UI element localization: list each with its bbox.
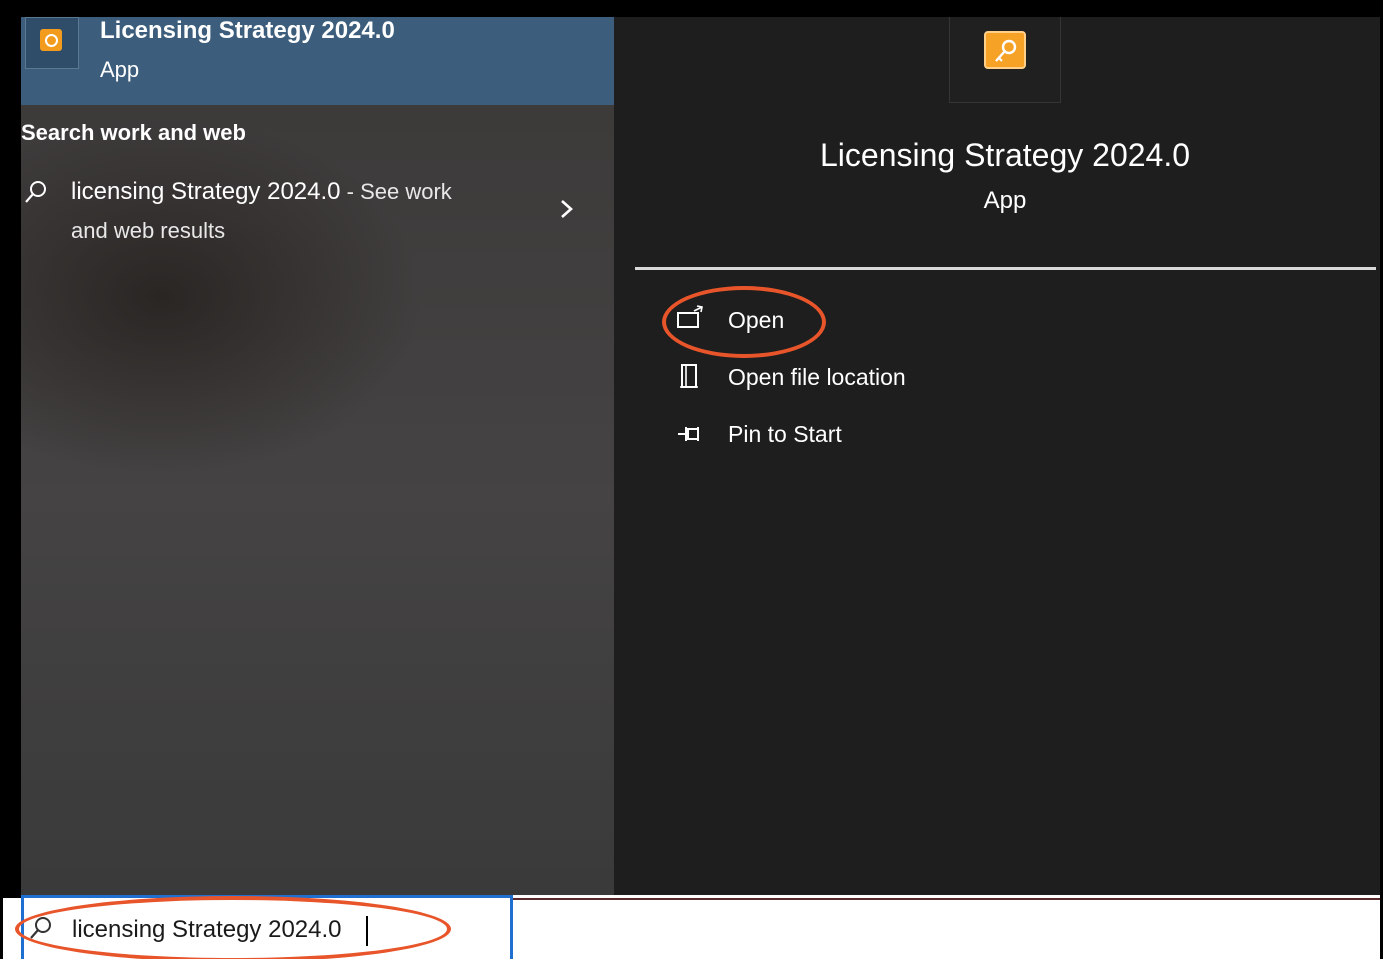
chevron-right-icon[interactable]	[559, 198, 575, 220]
section-heading-web: Search work and web	[21, 120, 246, 145]
pin-to-start-action[interactable]: Pin to Start	[676, 417, 1076, 453]
web-result-line2: and web results	[71, 218, 226, 243]
top-border	[3, 3, 1380, 17]
web-result-suffix: - See work	[340, 179, 452, 204]
best-match-subtitle: App	[100, 57, 140, 82]
web-result-line1: licensing Strategy 2024.0 - See work	[71, 178, 452, 206]
app-title: Licensing Strategy 2024.0	[819, 137, 1191, 173]
pin-to-start-label: Pin to Start	[728, 421, 842, 447]
search-icon	[25, 181, 46, 203]
best-match-item[interactable]: Licensing Strategy 2024.0 App	[21, 17, 614, 105]
web-result-query: licensing Strategy 2024.0	[71, 178, 341, 205]
start-search-window: Licensing Strategy 2024.0 App Search wor…	[0, 0, 1383, 959]
web-search-result[interactable]: licensing Strategy 2024.0 - See work and…	[21, 172, 614, 252]
file-location-icon	[680, 364, 698, 388]
open-file-location-label: Open file location	[728, 364, 906, 390]
divider	[635, 267, 1376, 270]
app-large-tile	[949, 17, 1061, 103]
app-type: App	[983, 187, 1027, 214]
details-panel: Licensing Strategy 2024.0 App Open Open …	[614, 17, 1380, 895]
search-highlight-annotation	[15, 896, 451, 959]
taskbar-area	[513, 898, 1380, 959]
results-panel: Licensing Strategy 2024.0 App Search wor…	[21, 17, 614, 895]
left-border	[3, 3, 21, 898]
pin-icon	[678, 427, 699, 441]
key-icon	[984, 31, 1026, 69]
best-match-app-tile	[25, 17, 79, 69]
open-file-location-action[interactable]: Open file location	[676, 360, 1076, 396]
best-match-title: Licensing Strategy 2024.0	[100, 17, 395, 44]
app-key-icon	[40, 29, 62, 51]
open-highlight-annotation	[662, 286, 826, 358]
